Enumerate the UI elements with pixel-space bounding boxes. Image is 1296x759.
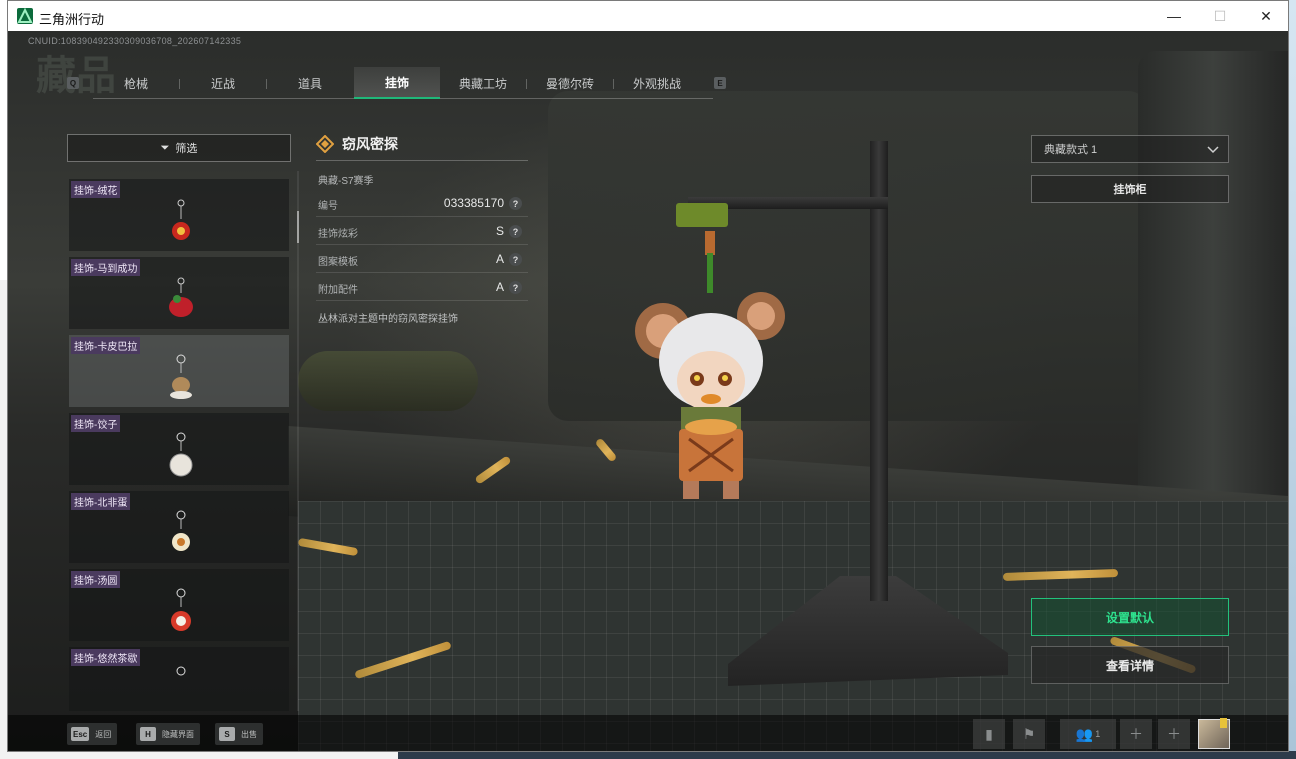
charm-thumbnail xyxy=(172,199,190,240)
charm-name-title: 窃风密探 xyxy=(342,136,398,152)
tab-melee[interactable]: 近战 xyxy=(180,67,266,99)
charm-preview-model xyxy=(635,231,785,499)
list-item[interactable]: 挂饰-饺子 xyxy=(69,413,289,485)
filter-icon: ⏷ xyxy=(160,141,170,154)
user-uid: CNUID:1083904923303090367​08_20260714233… xyxy=(28,36,242,46)
avatar[interactable] xyxy=(1198,718,1230,749)
list-item[interactable]: 挂饰-北非蛋 xyxy=(69,491,289,563)
maximize-button[interactable]: ☐ xyxy=(1197,1,1243,31)
bottom-bar: Esc 返回 H 隐藏界面 S 出售 ▮ ⚑ 👥 1 ＋ ＋ xyxy=(8,715,1288,751)
detail-value: A xyxy=(495,252,504,266)
list-scrollbar[interactable] xyxy=(297,171,299,711)
tab-items[interactable]: 道具 xyxy=(267,67,353,99)
desktop-strip xyxy=(1288,0,1296,759)
stand-clamp xyxy=(676,203,728,227)
game-viewport: 藏品 CNUID:1083904923303090367​08_20260714… xyxy=(8,31,1288,751)
charm-thumbnail xyxy=(172,510,190,551)
view-details-button[interactable]: 查看详情 xyxy=(1031,646,1229,684)
key-label: H xyxy=(140,727,156,741)
taskbar-edge xyxy=(398,751,1296,759)
style-select-value: 典藏款式 1 xyxy=(1044,144,1098,156)
set-default-button[interactable]: 设置默认 xyxy=(1031,598,1229,636)
tab-firearms[interactable]: 枪械 xyxy=(93,67,179,99)
charm-thumbnail xyxy=(169,432,193,477)
plus-icon[interactable]: ＋ xyxy=(1120,719,1152,749)
list-item[interactable]: 挂饰-悠然茶歇 xyxy=(69,647,289,711)
charm-name: 挂饰-卡皮巴拉 xyxy=(71,337,141,354)
tab-collection-workshop[interactable]: 典藏工坊 xyxy=(440,67,526,99)
list-item[interactable]: 挂饰-汤圆 xyxy=(69,569,289,641)
help-icon[interactable]: ? xyxy=(509,281,522,294)
team-count: 1 xyxy=(1095,729,1101,739)
tab-charms[interactable]: 挂饰 xyxy=(354,67,440,99)
hint-label: 返回 xyxy=(95,729,112,739)
detail-row-pattern: 图案模板 A ? xyxy=(316,247,528,273)
charm-thumbnail xyxy=(170,354,192,399)
scrollbar-thumb[interactable] xyxy=(297,211,299,243)
detail-key: 附加配件 xyxy=(318,285,358,296)
season-label: 典藏-S7赛季 xyxy=(318,176,374,187)
style-select[interactable]: 典藏款式 1 xyxy=(1031,135,1229,163)
detail-row-finish: 挂饰炫彩 S ? xyxy=(316,219,528,245)
tab-next-key[interactable]: E xyxy=(714,77,726,89)
detail-value: S xyxy=(495,224,504,238)
help-icon[interactable]: ? xyxy=(509,197,522,210)
charm-name: 挂饰-马到成功 xyxy=(71,259,141,276)
charm-description: 丛林派对主题中的窃风密探挂饰 xyxy=(318,314,458,325)
divider xyxy=(316,160,528,161)
charm-list: 挂饰-绒花 挂饰-马到成功 挂饰-卡皮巴拉 挂饰-饺子 挂饰-北非蛋 挂饰-汤圆 xyxy=(69,171,291,711)
help-icon[interactable]: ? xyxy=(509,253,522,266)
window-title: 三角洲行动 xyxy=(39,12,105,27)
charm-name: 挂饰-北非蛋 xyxy=(71,493,131,510)
filter-button[interactable]: ⏷ 筛选 xyxy=(67,134,291,162)
hint-hide-ui[interactable]: H 隐藏界面 xyxy=(136,723,200,745)
charm-name: 挂饰-悠然茶歇 xyxy=(71,649,141,666)
team-icon: 👥 xyxy=(1075,725,1094,742)
filter-label: 筛选 xyxy=(175,143,198,155)
rarity-diamond-icon xyxy=(316,135,334,153)
charm-thumbnail xyxy=(169,277,193,317)
list-item[interactable]: 挂饰-绒花 xyxy=(69,179,289,251)
list-item-selected[interactable]: 挂饰-卡皮巴拉 xyxy=(69,335,289,407)
hint-back[interactable]: Esc 返回 xyxy=(67,723,118,745)
charm-cabinet-button[interactable]: 挂饰柜 xyxy=(1031,175,1229,203)
hint-sell[interactable]: S 出售 xyxy=(215,723,263,745)
team-button[interactable]: 👥 1 xyxy=(1060,719,1116,749)
detail-value: A xyxy=(495,280,504,294)
flag-icon[interactable]: ⚑ xyxy=(1013,719,1045,749)
plus-icon[interactable]: ＋ xyxy=(1158,719,1190,749)
help-icon[interactable]: ? xyxy=(509,225,522,238)
detail-row-serial: 编号 033385170 ? xyxy=(316,191,528,217)
charm-name: 挂饰-饺子 xyxy=(71,415,121,432)
title-bar: 三角洲行动 — ☐ ✕ xyxy=(8,1,1288,31)
charm-title: 窃风密探 xyxy=(316,131,398,157)
game-window: 三角洲行动 — ☐ ✕ 藏品 CNUID:1083904923303090367… xyxy=(7,0,1289,752)
detail-key: 挂饰炫彩 xyxy=(318,229,358,240)
tab-mandel-brick[interactable]: 曼德尔砖 xyxy=(527,67,613,99)
list-item[interactable]: 挂饰-马到成功 xyxy=(69,257,289,329)
detail-row-attachment: 附加配件 A ? xyxy=(316,275,528,301)
chevron-down-icon xyxy=(1207,146,1219,154)
close-button[interactable]: ✕ xyxy=(1243,1,1289,31)
charm-name: 挂饰-绒花 xyxy=(71,181,121,198)
hint-label: 出售 xyxy=(241,729,257,739)
scene-bottle xyxy=(298,351,478,411)
app-logo-icon xyxy=(17,8,33,24)
tab-prev-key[interactable]: Q xyxy=(67,77,79,89)
charm-thumbnail xyxy=(171,588,191,631)
stats-icon[interactable]: ▮ xyxy=(973,719,1005,749)
charm-name: 挂饰-汤圆 xyxy=(71,571,121,588)
detail-value: 033385170 xyxy=(443,196,504,210)
key-label: Esc xyxy=(71,727,90,741)
rank-badge-icon xyxy=(1220,718,1227,728)
charm-thumbnail xyxy=(176,666,186,676)
category-tabs: 枪械 近战 道具 挂饰 典藏工坊 曼德尔砖 外观挑战 xyxy=(93,67,713,99)
key-label: S xyxy=(219,727,235,741)
detail-key: 图案模板 xyxy=(318,257,358,268)
minimize-button[interactable]: — xyxy=(1151,1,1197,31)
stand-pole xyxy=(870,141,888,601)
hint-label: 隐藏界面 xyxy=(162,729,194,739)
detail-key: 编号 xyxy=(318,201,338,212)
tab-appearance-challenge[interactable]: 外观挑战 xyxy=(614,67,700,99)
